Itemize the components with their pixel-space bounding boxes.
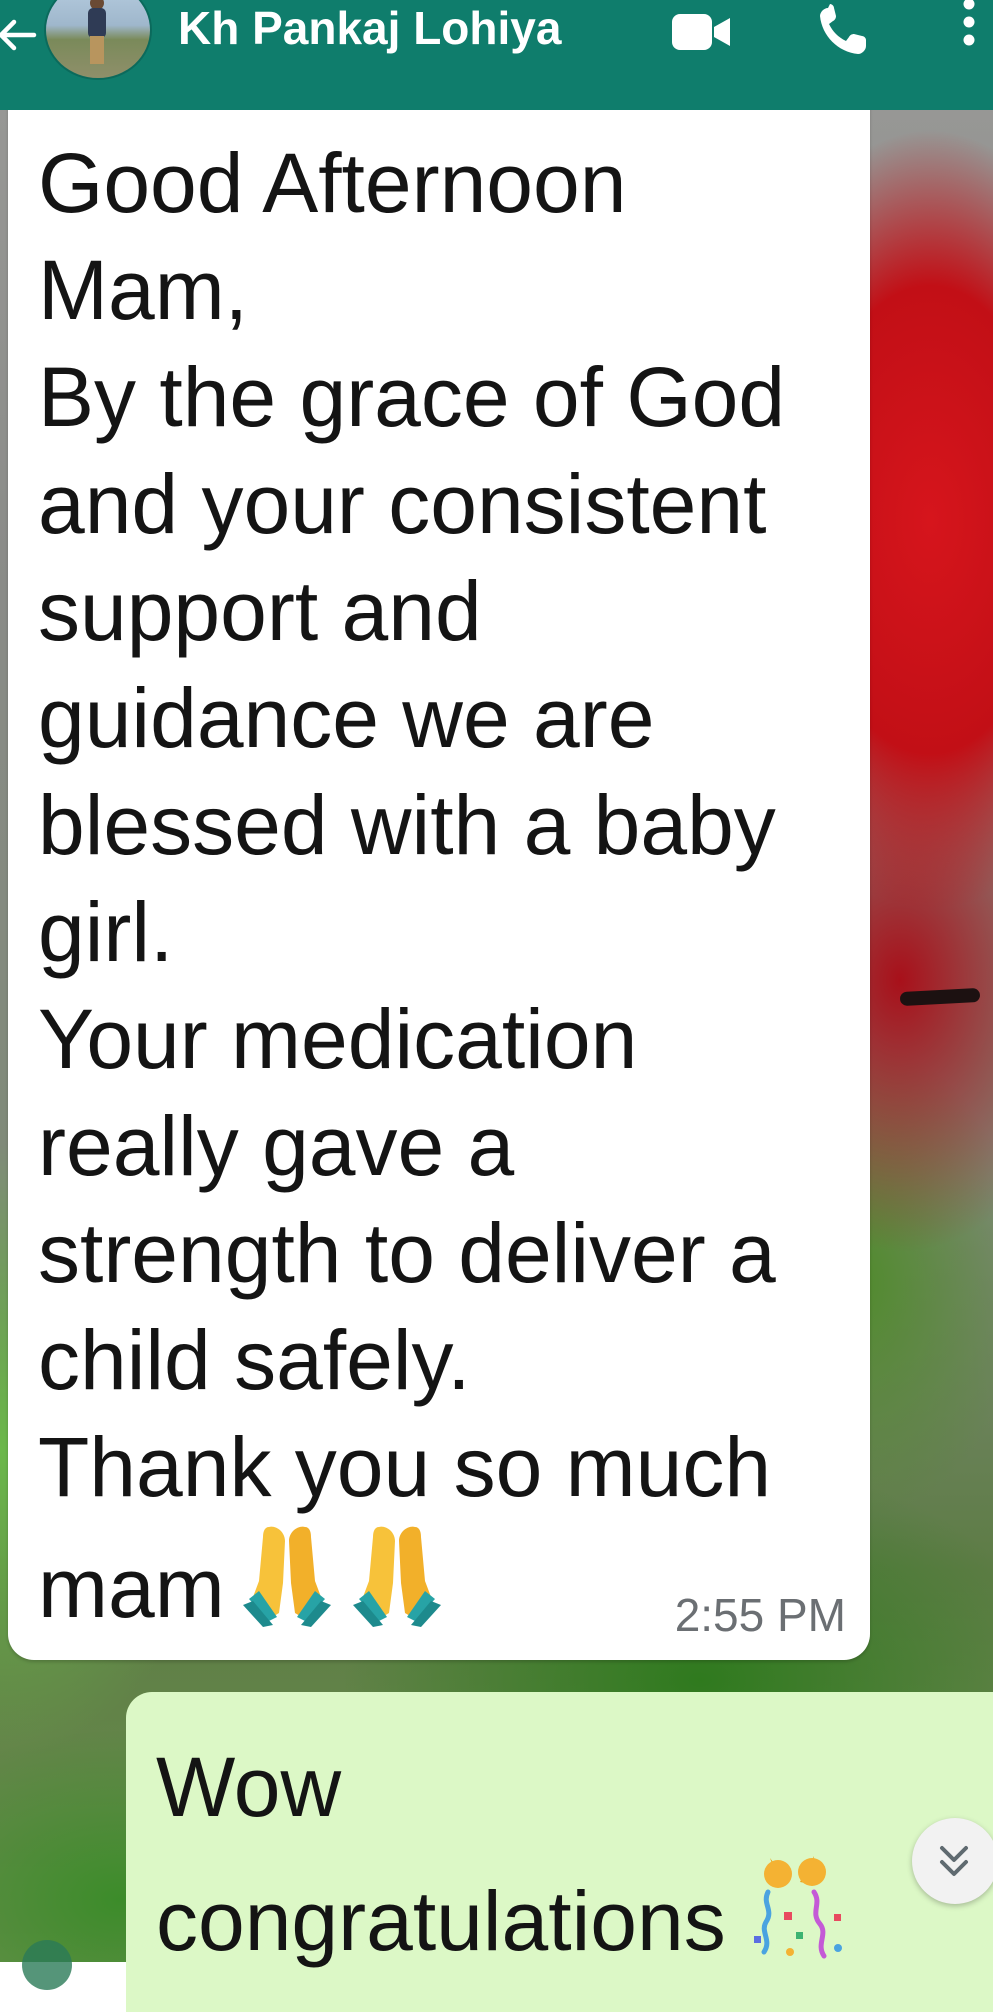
incoming-message-bubble[interactable]: Good Afternoon Mam, By the grace of God … — [8, 100, 870, 1660]
chevron-double-down-icon — [940, 1846, 968, 1876]
scroll-to-bottom-button[interactable] — [912, 1818, 993, 1904]
chat-header: Kh Pankaj Lohiya — [0, 0, 993, 110]
more-options-icon[interactable] — [956, 0, 982, 58]
incoming-message-body: Good Afternoon Mam, By the grace of God … — [38, 136, 786, 1635]
folded-hands-emoji-icon — [242, 1526, 331, 1627]
outgoing-message-bubble[interactable]: Wow congratulations — [126, 1692, 993, 2012]
contact-name[interactable]: Kh Pankaj Lohiya — [178, 0, 561, 56]
phone-call-icon[interactable] — [814, 2, 874, 60]
message-timestamp: 2:55 PM — [674, 1589, 846, 1641]
avatar-figure-body — [88, 8, 106, 38]
back-arrow-icon[interactable] — [0, 12, 40, 58]
wallpaper-leaf-detail — [22, 1940, 72, 1990]
outgoing-message-body: Wow congratulations — [156, 1740, 726, 1968]
wallpaper-mark — [899, 987, 981, 1007]
contact-avatar[interactable] — [44, 0, 152, 80]
video-call-icon[interactable] — [670, 10, 734, 54]
avatar-figure-legs — [90, 36, 104, 64]
folded-hands-emoji-icon — [352, 1526, 441, 1627]
incoming-message-text: Good Afternoon Mam, By the grace of God … — [38, 130, 858, 1642]
outgoing-message-text: Wow congratulations — [156, 1722, 956, 1986]
party-popper-emoji-icon — [753, 1856, 842, 1959]
